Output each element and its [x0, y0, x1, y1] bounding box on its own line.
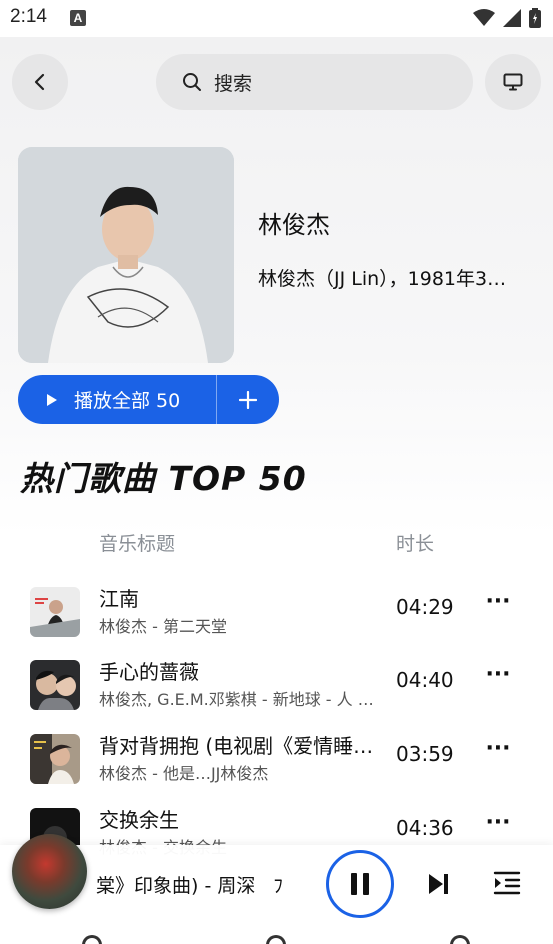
song-thumbnail: [30, 660, 80, 710]
play-all-group: 播放全部 50: [18, 375, 279, 424]
signal-icon: [503, 9, 521, 27]
cast-button[interactable]: [485, 54, 541, 110]
plus-icon: [239, 390, 257, 409]
artist-portrait: [18, 147, 234, 363]
song-title: 江南: [99, 587, 139, 611]
wifi-icon: [473, 9, 495, 26]
add-to-playlist-button[interactable]: [217, 375, 279, 424]
notification-icon: A: [70, 10, 86, 26]
column-header-duration: 时长: [396, 533, 435, 555]
more-options-icon[interactable]: ···: [485, 736, 511, 766]
pause-button[interactable]: [326, 850, 394, 918]
chevron-left-icon: [34, 73, 45, 91]
song-thumbnail: [30, 587, 80, 637]
more-options-icon[interactable]: ···: [485, 589, 511, 619]
song-row[interactable]: 手心的蔷薇 林俊杰, G.E.M.邓紫棋 - 新地球 - 人 (Special …: [0, 654, 553, 714]
play-icon: [47, 393, 57, 406]
more-options-icon[interactable]: ···: [485, 662, 511, 692]
song-title: 手心的蔷薇: [99, 660, 199, 684]
queue-list-icon: [493, 871, 521, 895]
song-duration: 04:29: [396, 595, 454, 619]
search-placeholder: 搜索: [214, 72, 253, 95]
search-bar[interactable]: 搜索: [156, 54, 473, 110]
now-playing-cover[interactable]: [12, 834, 87, 909]
pause-icon: [351, 873, 369, 895]
now-playing-text[interactable]: 棠》印象曲) - 周深 ﾌ: [96, 871, 318, 898]
status-time: 2:14: [10, 6, 47, 27]
song-row[interactable]: 背对背拥抱 (电视剧《爱情睡醒了》插曲) 林俊杰 - 他是…JJ林俊杰 03:5…: [0, 728, 553, 788]
song-title: 背对背拥抱 (电视剧《爱情睡醒了》插曲): [99, 734, 374, 758]
artist-cover-image: [18, 147, 234, 363]
song-subtitle: 林俊杰 - 第二天堂: [99, 617, 227, 636]
song-duration: 03:59: [396, 742, 454, 766]
search-icon: [183, 73, 201, 91]
play-all-label: 播放全部 50: [74, 390, 181, 412]
section-title: 热门歌曲 TOP 50: [20, 459, 307, 498]
battery-icon: [529, 8, 541, 28]
song-row[interactable]: 江南 林俊杰 - 第二天堂 04:29 ···: [0, 581, 553, 641]
playlist-queue-button[interactable]: [492, 868, 522, 898]
artist-name: 林俊杰: [258, 211, 330, 239]
next-track-button[interactable]: [426, 870, 452, 898]
skip-next-icon: [429, 874, 448, 894]
column-header-title: 音乐标题: [99, 533, 176, 555]
play-all-button[interactable]: 播放全部 50: [18, 375, 216, 424]
status-bar: 2:14 A: [0, 0, 553, 37]
artist-description[interactable]: 林俊杰（JJ Lin），1981年3月27日出生于新加坡: [258, 264, 520, 291]
song-duration: 04:36: [396, 816, 454, 840]
back-button[interactable]: [12, 54, 68, 110]
song-subtitle: 林俊杰, G.E.M.邓紫棋 - 新地球 - 人 (Special Editio…: [99, 690, 374, 709]
song-duration: 04:40: [396, 668, 454, 692]
status-icons: [473, 8, 541, 28]
song-title: 交换余生: [99, 808, 179, 832]
more-options-icon[interactable]: ···: [485, 810, 511, 840]
now-playing-title: 棠》印象曲) - 周深: [96, 875, 256, 897]
song-subtitle: 林俊杰 - 他是…JJ林俊杰: [99, 764, 269, 783]
monitor-icon: [503, 73, 523, 91]
song-thumbnail: [30, 734, 80, 784]
now-playing-next-title: ﾌ: [273, 875, 283, 897]
